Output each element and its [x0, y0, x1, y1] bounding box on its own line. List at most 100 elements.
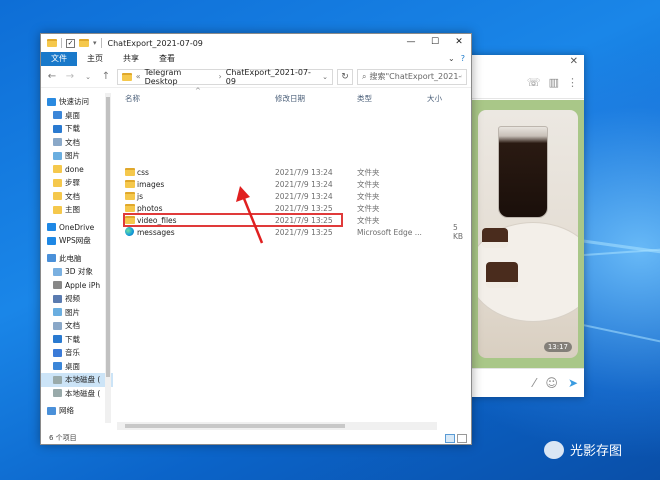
address-box[interactable]: « Telegram Desktop › ChatExport_2021-07-… — [117, 68, 333, 86]
phone-icon — [53, 281, 62, 290]
up-button[interactable]: ↑ — [99, 71, 113, 82]
nav-item[interactable]: 图片✦ — [41, 149, 113, 163]
telegram-input-bar[interactable]: ⁄ ☺ ➤ — [468, 368, 584, 397]
nav-item[interactable]: OneDrive — [41, 221, 113, 235]
refresh-button[interactable]: ↻ — [337, 68, 353, 85]
drive-icon — [53, 375, 62, 384]
back-button[interactable]: ← — [45, 71, 59, 82]
nav-item[interactable]: 下载✦ — [41, 122, 113, 136]
telegram-menu-icon[interactable]: ⋮ — [567, 76, 578, 89]
file-row[interactable]: css 2021/7/9 13:24 文件夹 — [121, 166, 469, 178]
chat-photo[interactable]: 13:17 — [478, 110, 578, 358]
telegram-send-icon[interactable]: ➤ — [568, 376, 578, 390]
nav-item[interactable]: 图片 — [41, 306, 113, 320]
video-icon — [53, 294, 62, 303]
file-name: messages — [137, 227, 175, 237]
file-row[interactable]: messages 2021/7/9 13:25 Microsoft Edge ...… — [121, 223, 469, 241]
nav-item-label: done — [65, 164, 84, 174]
item-count: 6 个项目 — [49, 434, 77, 442]
chevron-right-icon[interactable]: › — [219, 72, 222, 81]
details-view-icon[interactable] — [445, 434, 455, 443]
coffee-glass — [498, 126, 548, 218]
folder-icon — [125, 204, 135, 212]
breadcrumb-telegram-desktop[interactable]: Telegram Desktop — [145, 68, 215, 86]
help-icon[interactable]: ? — [461, 52, 465, 66]
search-placeholder: 搜索"ChatExport_2021-07-0... — [369, 72, 462, 81]
horizontal-scrollbar-thumb[interactable] — [125, 424, 345, 428]
telegram-call-icon[interactable]: ☏ — [527, 76, 541, 89]
nav-item[interactable]: 3D 对象 — [41, 265, 113, 279]
nav-item[interactable]: 音乐 — [41, 346, 113, 360]
nav-item[interactable]: 网络 — [41, 404, 113, 418]
breadcrumb-chatexport[interactable]: ChatExport_2021-07-09 — [226, 68, 318, 86]
tab-view[interactable]: 查看 — [149, 52, 185, 66]
nav-item-label: WPS网盘 — [59, 236, 91, 246]
minimize-button[interactable]: — — [399, 34, 423, 52]
computer-icon — [47, 254, 56, 263]
download-icon — [53, 124, 62, 133]
maximize-button[interactable]: ☐ — [423, 34, 447, 52]
nav-item-label: 快速访问 — [59, 97, 89, 107]
cloud-icon — [47, 236, 56, 245]
nav-item-label: 网络 — [59, 406, 74, 416]
nav-item[interactable]: 文档 — [41, 190, 113, 204]
address-dropdown-icon[interactable]: ⌄ — [322, 73, 328, 81]
explorer-body: 快速访问桌面✦下载✦文档✦图片✦done步骤文档主图OneDriveWPS网盘此… — [41, 87, 471, 432]
nav-item-label: 本地磁盘 ( — [65, 375, 101, 385]
nav-item[interactable]: 文档 — [41, 319, 113, 333]
tab-home[interactable]: 主页 — [77, 52, 113, 66]
file-row[interactable]: js 2021/7/9 13:24 文件夹 — [121, 190, 469, 202]
new-folder-icon[interactable] — [79, 39, 89, 47]
nav-scrollbar[interactable] — [105, 93, 111, 423]
telegram-command-icon[interactable]: ⁄ — [533, 376, 535, 390]
watermark-logo-icon — [544, 440, 564, 459]
forward-button[interactable]: → — [63, 71, 77, 82]
horizontal-scrollbar[interactable] — [117, 422, 437, 430]
file-name: images — [137, 179, 165, 189]
nav-item[interactable]: 本地磁盘 ( — [41, 373, 113, 387]
nav-item[interactable]: 桌面✦ — [41, 109, 113, 123]
file-row[interactable]: images 2021/7/9 13:24 文件夹 — [121, 178, 469, 190]
nav-item[interactable]: Apple iPh — [41, 279, 113, 293]
recent-locations-icon[interactable]: ⌄ — [81, 73, 95, 81]
nav-item-label: 3D 对象 — [65, 267, 93, 277]
desktop-icon — [53, 111, 62, 120]
picture-icon — [53, 308, 62, 317]
nav-item[interactable]: 快速访问 — [41, 95, 113, 109]
nav-item[interactable]: done — [41, 163, 113, 177]
nav-item[interactable]: 步骤 — [41, 176, 113, 190]
telegram-close-icon[interactable]: ✕ — [570, 56, 578, 67]
nav-scrollbar-thumb[interactable] — [106, 97, 110, 377]
download-icon — [53, 335, 62, 344]
navigation-pane: 快速访问桌面✦下载✦文档✦图片✦done步骤文档主图OneDriveWPS网盘此… — [41, 89, 113, 432]
column-name[interactable]: 名称 — [125, 93, 140, 104]
quick-access-dropdown-icon[interactable]: ▾ — [93, 39, 97, 47]
telegram-emoji-icon[interactable]: ☺ — [545, 376, 558, 390]
nav-item[interactable]: WPS网盘 — [41, 234, 113, 248]
nav-item[interactable]: 桌面 — [41, 360, 113, 374]
nav-item[interactable]: 主图 — [41, 203, 113, 217]
nav-item-label: 音乐 — [65, 348, 80, 358]
nav-item[interactable]: 本地磁盘 ( — [41, 387, 113, 401]
cube-icon — [53, 267, 62, 276]
nav-item-label: 桌面 — [65, 361, 80, 371]
nav-item[interactable]: 下载 — [41, 333, 113, 347]
search-input[interactable]: ⌕ 搜索"ChatExport_2021-07-0... — [357, 68, 467, 85]
nav-item[interactable]: 文档✦ — [41, 136, 113, 150]
nav-item[interactable]: 此电脑 — [41, 252, 113, 266]
folder-icon — [47, 39, 57, 47]
ribbon-expand-icon[interactable]: ⌄ — [448, 52, 455, 66]
tab-file[interactable]: 文件 — [41, 52, 77, 66]
large-icons-view-icon[interactable] — [457, 434, 467, 443]
tab-share[interactable]: 共享 — [113, 52, 149, 66]
nav-item-label: Apple iPh — [65, 280, 101, 290]
column-date[interactable]: 修改日期 — [275, 93, 305, 104]
file-name: css — [137, 167, 149, 177]
nav-item[interactable]: 视频 — [41, 292, 113, 306]
column-size[interactable]: 大小 — [427, 93, 442, 104]
nav-item-label: 图片 — [65, 307, 80, 317]
column-type[interactable]: 类型 — [357, 93, 372, 104]
close-button[interactable]: ✕ — [447, 34, 471, 52]
properties-icon[interactable]: ✓ — [66, 38, 75, 48]
telegram-sidebar-icon[interactable]: ▥ — [549, 76, 559, 89]
